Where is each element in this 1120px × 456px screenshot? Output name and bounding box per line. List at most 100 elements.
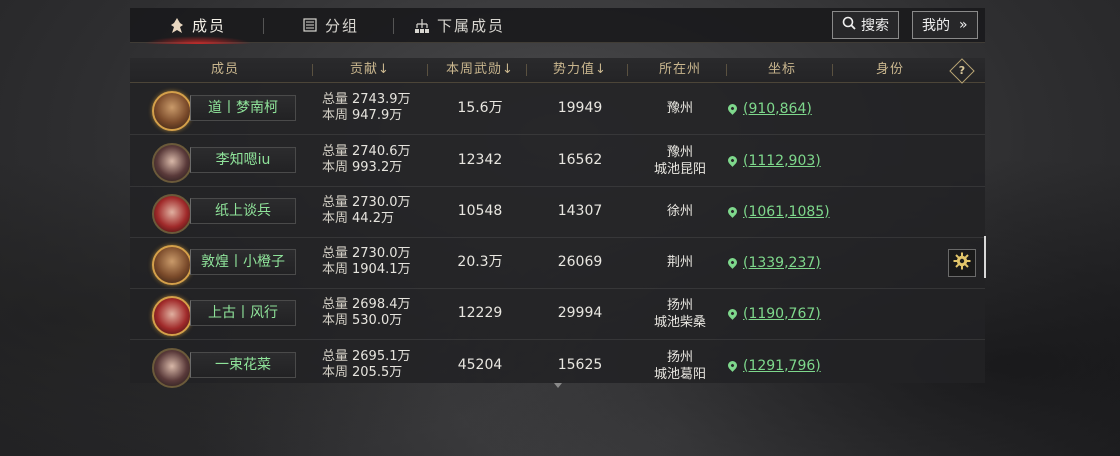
location-pin-icon bbox=[726, 256, 739, 269]
coordinate-text: (1190,767) bbox=[743, 305, 821, 322]
total-label: 总量 bbox=[322, 92, 349, 107]
header-divider bbox=[832, 64, 833, 76]
total-value: 2730.0万 bbox=[352, 246, 411, 261]
member-name[interactable]: 敦煌丨小橙子 bbox=[190, 249, 296, 275]
week-value: 44.2万 bbox=[352, 211, 394, 226]
avatar[interactable] bbox=[152, 91, 192, 131]
city-name: 城池昆阳 bbox=[653, 161, 706, 177]
avatar[interactable] bbox=[152, 143, 192, 183]
merit-cell: 45204 bbox=[457, 357, 503, 373]
merit-cell: 12229 bbox=[457, 305, 503, 321]
week-label: 本周 bbox=[322, 262, 349, 277]
tab-bar: 成员 分组 下属成员 搜索 我的 » bbox=[130, 8, 985, 44]
state-name: 豫州 bbox=[666, 101, 693, 116]
member-name[interactable]: 一束花菜 bbox=[190, 352, 296, 378]
header-member: 成员 bbox=[210, 62, 239, 77]
tab-groups[interactable]: 分组 bbox=[303, 8, 359, 42]
search-button-label: 搜索 bbox=[861, 18, 889, 34]
week-value: 205.5万 bbox=[352, 365, 403, 380]
state-name: 扬州 bbox=[666, 297, 693, 313]
avatar[interactable] bbox=[152, 348, 192, 388]
coordinate-link[interactable]: (1112,903) bbox=[726, 135, 821, 186]
state-cell: 豫州 城池昆阳 bbox=[630, 135, 730, 186]
location-pin-icon bbox=[726, 154, 739, 167]
group-list-icon bbox=[303, 18, 317, 32]
member-name[interactable]: 纸上谈兵 bbox=[190, 198, 296, 224]
avatar[interactable] bbox=[152, 194, 192, 234]
search-icon bbox=[842, 16, 856, 34]
settings-button[interactable] bbox=[948, 249, 976, 277]
state-cell: 徐州 bbox=[630, 186, 730, 237]
table-row[interactable]: 李知嗯iu 总量 2740.6万 本周 993.2万 12342 16562 豫州 … bbox=[130, 135, 985, 187]
member-table: 成员 贡献↓ 本周武勋↓ 势力值↓ 所在州 坐标 身份 ? 道丨梦南柯 总量 27… bbox=[130, 58, 985, 388]
search-button[interactable]: 搜索 bbox=[832, 11, 899, 39]
help-icon[interactable]: ? bbox=[949, 58, 975, 84]
header-identity: 身份 bbox=[875, 62, 904, 77]
table-row[interactable]: 道丨梦南柯 总量 2743.9万 本周 947.9万 15.6万 19949 豫州 … bbox=[130, 83, 985, 135]
power-cell: 15625 bbox=[557, 357, 603, 373]
member-name[interactable]: 道丨梦南柯 bbox=[190, 95, 296, 121]
city-name: 城池柴桑 bbox=[653, 314, 706, 330]
total-label: 总量 bbox=[322, 297, 349, 312]
coordinate-link[interactable]: (1339,237) bbox=[726, 237, 821, 288]
coordinate-text: (1112,903) bbox=[743, 152, 821, 169]
merit-cell: 20.3万 bbox=[457, 254, 503, 270]
week-label: 本周 bbox=[322, 160, 349, 175]
tab-members[interactable]: 成员 bbox=[143, 8, 253, 44]
table-row[interactable]: 纸上谈兵 总量 2730.0万 本周 44.2万 10548 14307 徐州 (1… bbox=[130, 186, 985, 238]
merit-cell: 15.6万 bbox=[457, 100, 503, 116]
week-value: 993.2万 bbox=[352, 160, 403, 175]
header-weekly-merit[interactable]: 本周武勋↓ bbox=[430, 58, 530, 82]
coordinate-text: (910,864) bbox=[743, 100, 812, 117]
state-name: 荆州 bbox=[666, 255, 693, 270]
gear-icon bbox=[953, 252, 971, 274]
merit-cell: 10548 bbox=[457, 203, 503, 219]
coordinate-text: (1061,1085) bbox=[743, 203, 830, 220]
mine-button-label: 我的 bbox=[922, 18, 950, 34]
header-divider bbox=[427, 64, 428, 76]
member-name[interactable]: 上古丨风行 bbox=[190, 300, 296, 326]
table-row[interactable]: 上古丨风行 总量 2698.4万 本周 530.0万 12229 29994 扬州 … bbox=[130, 288, 985, 340]
total-value: 2730.0万 bbox=[352, 195, 411, 210]
total-label: 总量 bbox=[322, 349, 349, 364]
week-label: 本周 bbox=[322, 365, 349, 380]
state-name: 扬州 bbox=[666, 349, 693, 365]
total-value: 2740.6万 bbox=[352, 144, 411, 159]
avatar[interactable] bbox=[152, 245, 192, 285]
header-contribution[interactable]: 贡献↓ bbox=[320, 58, 420, 82]
week-value: 947.9万 bbox=[352, 108, 403, 123]
tab-members-label: 成员 bbox=[192, 16, 227, 35]
contribution-cell: 总量 2730.0万 本周 44.2万 bbox=[322, 195, 411, 227]
total-label: 总量 bbox=[322, 195, 349, 210]
location-pin-icon bbox=[726, 359, 739, 372]
subordinate-tree-icon bbox=[415, 18, 429, 33]
coordinate-link[interactable]: (910,864) bbox=[726, 83, 812, 134]
total-label: 总量 bbox=[322, 246, 349, 261]
scroll-down-arrow-icon[interactable] bbox=[554, 383, 562, 388]
power-cell: 16562 bbox=[557, 152, 603, 168]
coordinate-link[interactable]: (1291,796) bbox=[726, 340, 821, 391]
help-icon-glyph: ? bbox=[958, 64, 966, 77]
power-cell: 19949 bbox=[557, 100, 603, 116]
coordinate-link[interactable]: (1190,767) bbox=[726, 288, 821, 339]
double-chevron-right-icon: » bbox=[959, 17, 968, 33]
member-name[interactable]: 李知嗯iu bbox=[190, 147, 296, 173]
week-label: 本周 bbox=[322, 108, 349, 123]
location-pin-icon bbox=[726, 307, 739, 320]
contribution-cell: 总量 2740.6万 本周 993.2万 bbox=[322, 144, 411, 176]
coordinate-link[interactable]: (1061,1085) bbox=[726, 186, 830, 237]
state-cell: 扬州 城池柴桑 bbox=[630, 288, 730, 339]
power-cell: 29994 bbox=[557, 305, 603, 321]
avatar[interactable] bbox=[152, 296, 192, 336]
power-cell: 14307 bbox=[557, 203, 603, 219]
location-pin-icon bbox=[726, 102, 739, 115]
table-row[interactable]: 敦煌丨小橙子 总量 2730.0万 本周 1904.1万 20.3万 26069 荆… bbox=[130, 237, 985, 289]
scrollbar[interactable] bbox=[984, 236, 986, 278]
tab-groups-label: 分组 bbox=[325, 16, 360, 35]
coordinate-text: (1339,237) bbox=[743, 254, 821, 271]
mine-button[interactable]: 我的 » bbox=[912, 11, 978, 39]
header-divider bbox=[726, 64, 727, 76]
tab-subordinates[interactable]: 下属成员 bbox=[415, 8, 505, 42]
week-value: 530.0万 bbox=[352, 313, 403, 328]
header-power[interactable]: 势力值↓ bbox=[530, 58, 630, 82]
